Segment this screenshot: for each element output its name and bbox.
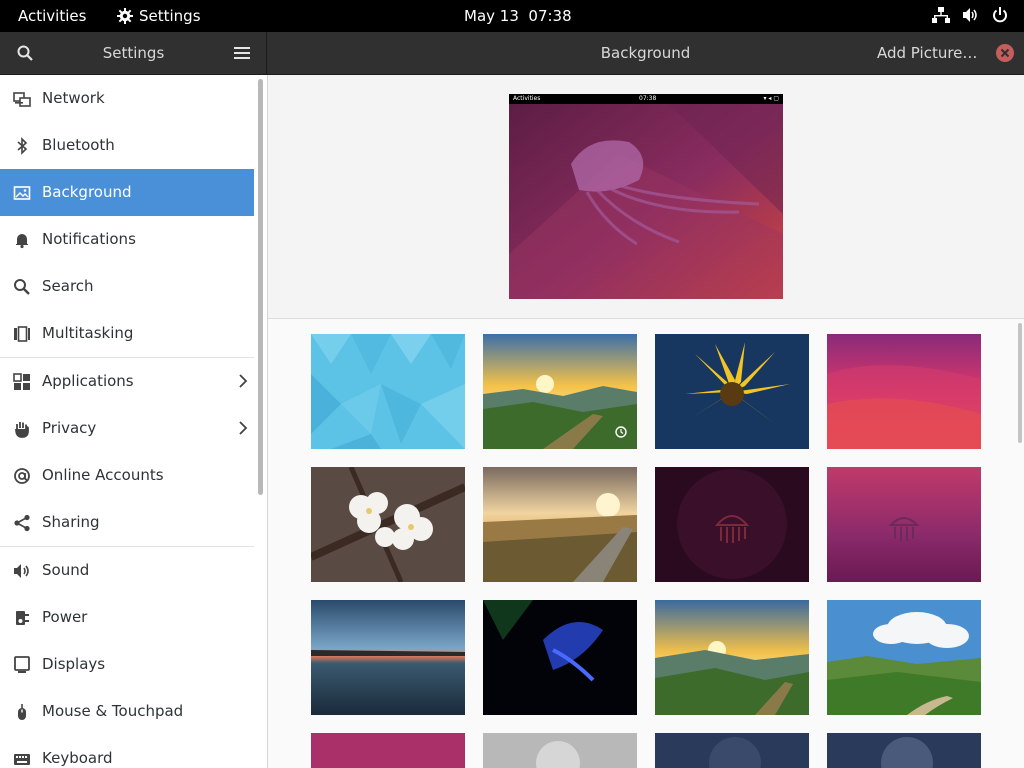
app-menu[interactable]: Settings: [117, 7, 201, 25]
close-icon: [1000, 48, 1010, 58]
sidebar-item-label: Notifications: [42, 230, 136, 248]
chevron-right-icon: [239, 374, 248, 388]
power-plug-icon: [16, 611, 29, 625]
sidebar-item-mouse-touchpad[interactable]: Mouse & Touchpad: [0, 688, 254, 735]
sidebar-item-sound[interactable]: Sound: [0, 547, 254, 594]
gear-icon: [117, 8, 133, 24]
sidebar-item-multitasking[interactable]: Multitasking: [0, 310, 254, 357]
wallpaper-thumbnail[interactable]: [483, 467, 637, 582]
sidebar-item-privacy[interactable]: Privacy: [0, 405, 254, 452]
sidebar-item-label: Network: [42, 89, 105, 107]
top-bar: Activities Settings May 13 07:38: [0, 0, 1024, 32]
sidebar-item-label: Search: [42, 277, 94, 295]
power-icon: [993, 7, 1007, 23]
system-tray[interactable]: [932, 7, 1008, 23]
sidebar-header: Settings: [0, 32, 267, 74]
preview-wallpaper: [509, 94, 783, 299]
wallpaper-thumbnail[interactable]: [655, 733, 809, 768]
sidebar-item-label: Applications: [42, 372, 134, 390]
wallpaper-thumbnail[interactable]: [311, 334, 465, 449]
chevron-right-icon: [239, 421, 248, 435]
wallpaper-thumbnail[interactable]: [483, 733, 637, 768]
wallpaper-thumbnail[interactable]: [311, 467, 465, 582]
main-scrollbar[interactable]: [1018, 323, 1022, 443]
apps-grid-icon: [13, 373, 30, 390]
wallpaper-thumbnail[interactable]: [655, 600, 809, 715]
close-button[interactable]: [996, 44, 1014, 62]
wallpaper-thumbnail[interactable]: [827, 334, 981, 449]
wallpaper-thumbnail[interactable]: [483, 600, 637, 715]
activities-button[interactable]: Activities: [18, 7, 86, 25]
keyboard-icon: [14, 754, 30, 765]
wallpaper-thumbnail[interactable]: [655, 334, 809, 449]
sidebar-item-background[interactable]: Background: [0, 169, 254, 216]
sidebar-scrollbar[interactable]: [258, 79, 263, 495]
sidebar-item-applications[interactable]: Applications: [0, 358, 254, 405]
app-name: Settings: [139, 7, 201, 25]
sidebar-item-power[interactable]: Power: [0, 594, 254, 641]
sidebar-item-label: Privacy: [42, 419, 97, 437]
bluetooth-icon: [17, 137, 28, 155]
preview-clock: 07:38: [639, 95, 657, 102]
search-icon: [14, 279, 30, 295]
sidebar-item-label: Sharing: [42, 513, 100, 531]
wallpaper-thumbnail[interactable]: [655, 467, 809, 582]
header-bar: Settings Background Add Picture…: [0, 32, 1024, 75]
sidebar-item-displays[interactable]: Displays: [0, 641, 254, 688]
sidebar-item-sharing[interactable]: Sharing: [0, 499, 254, 546]
hand-icon: [15, 422, 29, 438]
current-background-preview: Activities 07:38 ▾ ◂ ▢: [509, 94, 783, 299]
wallpaper-thumbnail[interactable]: [827, 733, 981, 768]
clock-icon: [615, 426, 627, 438]
bell-icon: [16, 234, 28, 249]
sidebar-item-label: Mouse & Touchpad: [42, 702, 184, 720]
preview-activities: Activities: [513, 95, 541, 102]
preview-tray-icons: ▾ ◂ ▢: [763, 95, 779, 102]
sidebar-item-label: Multitasking: [42, 324, 134, 342]
sidebar-item-search[interactable]: Search: [0, 263, 254, 310]
sidebar-item-label: Power: [42, 608, 88, 626]
sidebar-item-keyboard[interactable]: Keyboard: [0, 735, 254, 768]
wallpaper-thumbnail-selected[interactable]: [483, 334, 637, 449]
add-picture-button[interactable]: Add Picture…: [877, 44, 977, 62]
sidebar-item-online-accounts[interactable]: Online Accounts: [0, 452, 254, 499]
wallpaper-thumbnail[interactable]: [311, 733, 465, 768]
sidebar-list: Network Bluetooth Background Notificatio…: [0, 75, 254, 768]
sidebar-item-label: Bluetooth: [42, 136, 115, 154]
network-wired-icon: [932, 7, 950, 23]
wallpaper-thumbnail[interactable]: [827, 467, 981, 582]
network-icon: [13, 92, 31, 107]
clock[interactable]: May 13 07:38: [464, 7, 572, 25]
sidebar-item-label: Background: [42, 183, 132, 201]
sidebar: Network Bluetooth Background Notificatio…: [0, 75, 268, 768]
wallpaper-thumbnail[interactable]: [827, 600, 981, 715]
sidebar-title: Settings: [102, 44, 165, 62]
at-sign-icon: [14, 468, 30, 484]
speaker-icon: [14, 564, 29, 578]
display-icon: [14, 656, 30, 673]
volume-icon: [963, 8, 977, 22]
sidebar-item-notifications[interactable]: Notifications: [0, 216, 254, 263]
share-icon: [14, 514, 30, 532]
wallpaper-thumbnail[interactable]: [311, 600, 465, 715]
preview-top-bar: Activities 07:38 ▾ ◂ ▢: [509, 94, 783, 104]
sidebar-item-bluetooth[interactable]: Bluetooth: [0, 122, 254, 169]
multitasking-icon: [14, 326, 30, 342]
sidebar-item-label: Displays: [42, 655, 106, 673]
sidebar-item-network[interactable]: Network: [0, 75, 254, 122]
sidebar-item-label: Keyboard: [42, 749, 113, 767]
hamburger-menu-icon[interactable]: [234, 46, 250, 60]
image-icon: [13, 186, 31, 200]
sidebar-item-label: Sound: [42, 561, 90, 579]
mouse-icon: [18, 704, 26, 720]
sidebar-item-label: Online Accounts: [42, 466, 164, 484]
